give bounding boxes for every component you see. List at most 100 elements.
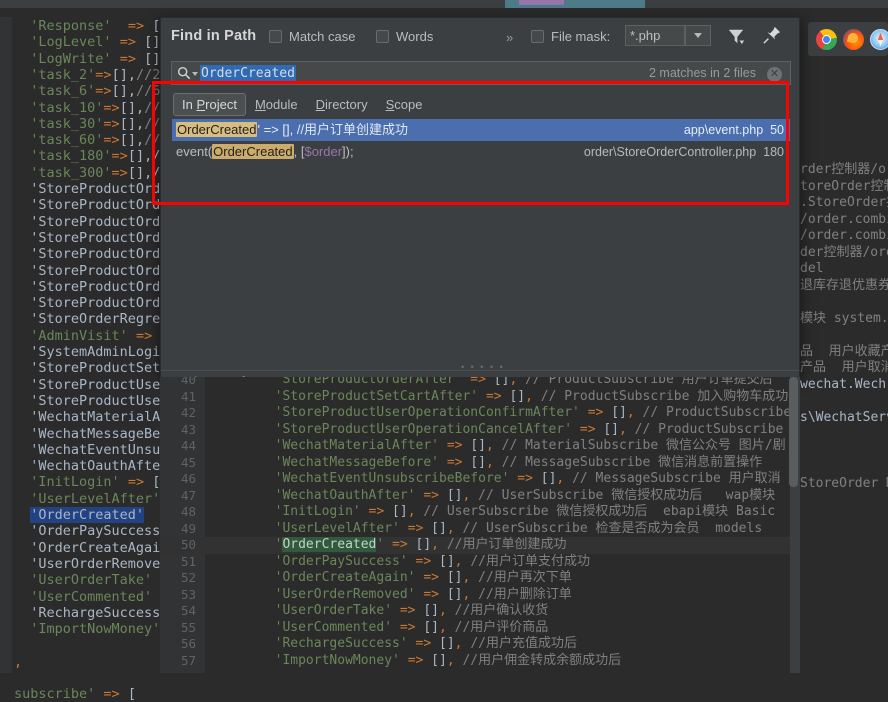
file-mask-input[interactable]: *.php <box>625 25 685 46</box>
editor-code-line: 'Response' => [], <box>30 18 176 34</box>
editor-code-line: 'OrderCreateAgain <box>14 539 169 556</box>
code-preview-panel[interactable]: 40 'StoreProductOrderAfter' => [], // Pr… <box>160 377 800 673</box>
preview-code-line: 'StoreProductSetCartAfter' => [], // Pro… <box>274 388 800 404</box>
result-file-location: order\StoreOrderController.php 180 <box>583 145 784 159</box>
editor-right-comment-line: .StoreOrder控 <box>800 195 888 210</box>
browser-icon-tray[interactable] <box>808 22 888 56</box>
editor-right-comment-line: 产品 用户取消 <box>800 360 888 375</box>
preview-code-line: 'OrderCreateAgain' => [], //用户再次下单 <box>274 570 572 585</box>
preview-code-line: 'StoreProductOrderAfter' => [], // Produ… <box>274 377 773 387</box>
editor-code-line: 'WechatOauthAfter <box>14 458 169 475</box>
editor-code-line: 'WechatMaterialAf <box>14 409 169 426</box>
preview-splitter[interactable]: • • • • • <box>161 358 799 372</box>
search-result-row[interactable]: OrderCreated' => [], //用户订单创建成功 app\event… <box>172 119 790 141</box>
preview-code-line: 'UserOrderRemoved' => [], //用户删除订单 <box>274 586 572 602</box>
preview-line-number: 46 <box>180 471 196 486</box>
match-case-checkbox[interactable]: Match case <box>269 29 355 44</box>
preview-scrollbar-track[interactable] <box>789 377 800 673</box>
editor-code-line: 'WechatMessageBef <box>14 425 169 442</box>
editor-right-comment-line: der控制器/ord <box>800 244 888 260</box>
editor-code-line: 'task_300'=>[],/ <box>30 164 161 181</box>
dialog-header: Find in Path Match case Words » File mas… <box>161 18 799 58</box>
editor-strip-shadow <box>0 8 888 17</box>
checkbox-box <box>376 30 389 43</box>
filter-icon[interactable] <box>727 27 745 45</box>
editor-code-line: 'ImportNowMoney' <box>30 621 161 638</box>
close-icon[interactable]: ✕ <box>767 67 782 82</box>
editor-code-line: 'AdminVisit' => <box>30 327 153 344</box>
result-file-location: app\event.php 50 <box>683 123 784 137</box>
editor-gutter <box>0 17 12 673</box>
file-mask-dropdown-button[interactable] <box>685 25 711 46</box>
editor-code-line: 'UserOrderTake' <box>30 572 153 589</box>
editor-code-line: 'StoreProductUser <box>14 376 169 393</box>
safari-icon[interactable] <box>870 28 888 50</box>
editor-code-line: 'RechargeSuccess <box>14 604 161 621</box>
preview-code-line: 'UserOrderTake' => [], //用户确认收货 <box>274 603 549 618</box>
preview-code-line: 'OrderPaySuccess' => [], //用户订单支付成功 <box>274 553 590 569</box>
preview-line-number: 44 <box>180 438 196 453</box>
preview-line-number: 50 <box>180 537 196 552</box>
scope-tabs: In Project Module Directory Scope <box>173 92 431 116</box>
scope-tab-directory[interactable]: Directory <box>307 93 377 116</box>
editor-code-line: 'LogWrite' => [], <box>30 50 169 67</box>
file-mask-label: File mask: <box>551 29 611 44</box>
editor-code-line: 'task_180'=>[],/ <box>30 148 161 165</box>
editor-code-line: 'StoreProductOrde <box>14 278 169 295</box>
editor-code-line: 'UserOrderRemoved <box>14 555 169 572</box>
preview-code-line: 'WechatMessageBefore' => [], // MessageS… <box>274 454 763 470</box>
chrome-icon[interactable] <box>816 28 837 50</box>
editor-code-line: 'StoreProductOrde <box>14 295 169 312</box>
preview-line-number: 48 <box>180 504 196 519</box>
preview-code-line: 'RechargeSuccess' => [], //用户充值成功后 <box>274 636 577 651</box>
pin-icon[interactable] <box>763 26 781 44</box>
editor-code-line: 'task_10'=>[],//1 <box>30 99 169 116</box>
scope-tab-in-project[interactable]: In Project <box>173 92 246 116</box>
scope-tab-scope[interactable]: Scope <box>377 93 432 116</box>
preview-code-line: 'OrderCreated' => [], //用户订单创建成功 <box>274 537 567 552</box>
words-checkbox[interactable]: Words <box>376 29 433 44</box>
editor-code-line: 'InitLogin' => [ <box>30 474 161 491</box>
search-history-chevron-icon[interactable] <box>192 72 198 76</box>
file-mask-checkbox[interactable]: File mask: <box>531 29 610 44</box>
editor-code-line: 'WechatEventUnsub <box>14 441 169 458</box>
preview-line-number: 56 <box>180 636 196 651</box>
editor-code-line: 'StoreProductUser <box>14 392 169 409</box>
preview-code-line: 'StoreProductUserOperationCancelAfter' =… <box>274 421 784 437</box>
match-count-label: 2 matches in 2 files <box>649 66 756 80</box>
editor-code-line: subscribe' => [ <box>14 686 136 702</box>
preview-line-number: 52 <box>180 570 196 585</box>
preview-line-number: 45 <box>180 454 196 470</box>
editor-code-line: 'UserLevelAfter' <box>30 490 161 507</box>
search-result-row[interactable]: event(OrderCreated, [$order]); order\Stor… <box>172 141 790 163</box>
editor-code-line: 'OrderPaySuccess <box>14 523 161 540</box>
editor-code-line: 'task_30'=>[],//3 <box>30 115 169 132</box>
editor-code-line: 'StoreProductOrde <box>14 262 169 279</box>
editor-code-line: 'StoreProductOrd <box>14 213 161 230</box>
search-icon <box>177 66 191 80</box>
preview-code-line: 'WechatOauthAfter' => [], // UserSubscri… <box>274 487 776 503</box>
checkbox-box <box>531 30 544 43</box>
search-input-value: OrderCreated <box>200 65 296 82</box>
editor-code-line: 'StoreProductOrde <box>14 246 169 263</box>
preview-scrollbar-thumb[interactable] <box>789 377 798 487</box>
editor-code-line: 'StoreProductOrd <box>14 197 161 214</box>
checkbox-box <box>269 30 282 43</box>
preview-line-number: 51 <box>180 553 196 569</box>
editor-code-line: 'SystemAdminLogin <box>14 344 169 360</box>
editor-tab-strip <box>0 0 888 8</box>
expand-options-chevron-icon[interactable]: » <box>506 30 513 45</box>
editor-code-line: 'StoreProductOrd <box>14 181 161 197</box>
preview-code-line: 'ImportNowMoney' => [], //用户佣金转成余额成功后 <box>274 652 622 668</box>
editor-code-line: , <box>14 653 23 670</box>
preview-line-number: 47 <box>180 487 196 503</box>
firefox-icon[interactable] <box>843 28 864 50</box>
dialog-title: Find in Path <box>171 28 257 44</box>
preview-code-line: 'StoreProductUserOperationConfirmAfter' … <box>274 405 792 420</box>
result-snippet: event(OrderCreated, [$order]); <box>176 144 354 159</box>
preview-code-line: 'InitLogin' => [], // UserSubscribe 微信授权… <box>274 504 776 519</box>
editor-code-line: 'task_2'=>[],//2分 <box>30 66 174 83</box>
editor-code-line: 'task_6'=>[],//6分 <box>30 83 174 100</box>
scope-tab-module[interactable]: Module <box>246 93 307 116</box>
search-input[interactable]: OrderCreated 2 matches in 2 files ✕ <box>171 61 791 85</box>
